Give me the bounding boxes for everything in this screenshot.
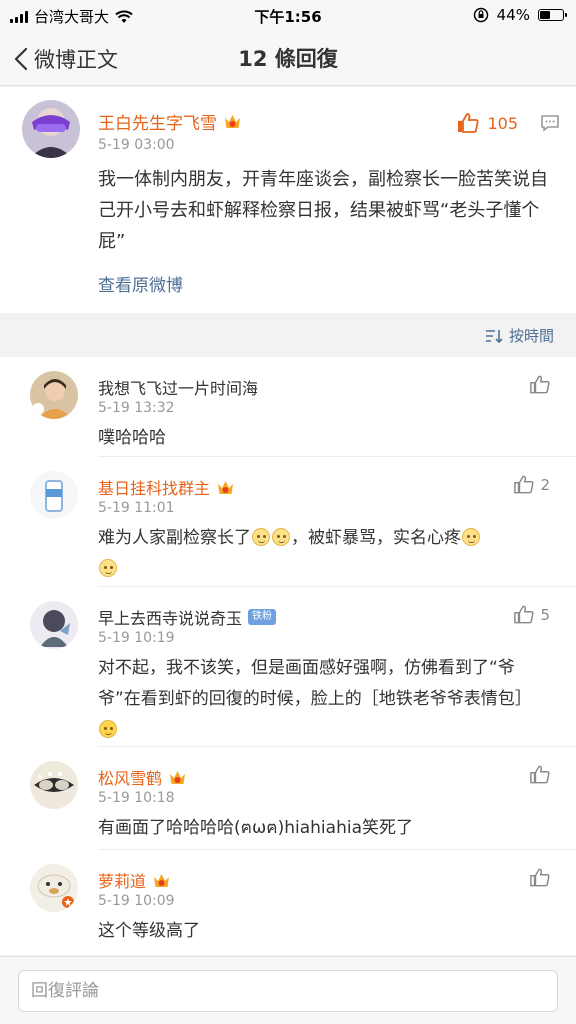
comment-username[interactable]: 松风雪鹤 [98,765,187,789]
list-item: 基日挂科找群主 5-19 11:01 2 难为人家副检察长了 ，被虾暴骂，实名心疼 [0,457,576,587]
original-comment: 王白先生字飞雪 5-19 03:00 105 我一体制内朋友，开青年座谈会，副检… [0,87,576,313]
avatar[interactable] [30,471,78,519]
orientation-lock-icon [473,7,488,23]
list-item: 我想飞飞过一片时间海 5-19 13:32 噗哈哈哈 [0,357,576,457]
post-like-count: 105 [487,113,518,133]
comment-like-button[interactable] [530,375,550,394]
thumbs-up-icon [530,375,550,394]
status-bar: 台湾大哥大 下午1:56 44% [0,0,576,30]
comment-text: 这个等级高了 [98,916,546,947]
comment-username-text: 基日挂科找群主 [98,479,211,498]
chevron-left-icon [14,47,28,71]
post-like-button[interactable]: 105 [457,113,518,133]
avatar[interactable] [30,601,78,649]
avatar[interactable] [30,761,78,809]
comment-username-text: 松风雪鹤 [98,769,163,788]
comment-username-text: 我想飞飞过一片时间海 [98,379,259,398]
thumbs-up-filled-icon [458,113,480,133]
comment-text-part: 难为人家副检察长了 [98,528,251,548]
comment-time: 5-19 11:01 [98,500,175,516]
comment-username[interactable]: 早上去西寺说说奇玉 铁粉 [98,605,277,629]
post-username[interactable]: 王白先生字飞雪 [98,109,242,134]
sort-by-time-button[interactable]: 按時間 [485,325,554,346]
avatar[interactable] [22,100,80,158]
comment-text: 有画面了哈哈哈哈(ฅωฅ)hiahiahia笑死了 [98,813,546,844]
sort-icon [485,329,503,343]
comment-like-count: 5 [540,605,550,624]
battery-percent: 44% [496,6,530,24]
comment-text: 对不起，我不该笑，但是画面感好强啊，仿佛看到了“爷爷”在看到虾的回復的时候，脸上… [98,653,546,746]
post-content: 我一体制内朋友，开青年座谈会，副检察长一脸苦笑说自己开小号去和虾解释检察日报，结… [98,169,548,252]
post-time: 5-19 03:00 [98,137,175,153]
reply-bar [0,956,576,1024]
comment-time: 5-19 10:18 [98,790,175,806]
comment-username-text: 早上去西寺说说奇玉 [98,609,243,628]
sort-label: 按時間 [508,327,554,345]
vip-crown-icon [170,770,186,784]
comment-username-text: 萝莉道 [98,872,147,891]
comment-text-part: 这个等级高了 [98,921,200,941]
comment-like-button[interactable] [530,868,550,887]
list-item: 松风雪鹤 5-19 10:18 有画面了哈哈哈哈(ฅωฅ)hiahiahia笑死… [0,747,576,850]
comment-like-button[interactable]: 2 [514,475,550,494]
thumbs-up-icon [530,765,550,784]
thumbs-up-icon [530,868,550,887]
comment-username[interactable]: 基日挂科找群主 [98,475,235,499]
sad-face-emoji-icon [252,528,270,546]
comment-time: 5-19 10:09 [98,893,175,909]
comment-like-count: 2 [540,475,550,494]
post-username-text: 王白先生字飞雪 [98,114,217,134]
thumbs-up-icon [514,605,534,624]
comment-time: 5-19 13:32 [98,400,175,416]
vip-crown-icon [154,873,170,887]
comment-time: 5-19 10:19 [98,630,175,646]
back-button[interactable]: 微博正文 [14,44,118,74]
reply-input[interactable] [18,970,558,1012]
list-item: 萝莉道 5-19 10:09 这个等级高了 [0,850,576,955]
fan-badge: 铁粉 [248,609,277,625]
view-original-link[interactable]: 查看原微博 [98,271,183,296]
list-item: 早上去西寺说说奇玉 铁粉 5-19 10:19 5 对不起，我不该笑，但是画面感好… [0,587,576,747]
comment-list: 我想飞飞过一片时间海 5-19 13:32 噗哈哈哈 基日挂科找群主 5-19 … [0,357,576,955]
comment-text-part: ，被虾暴骂，实名心疼 [291,528,461,548]
comment-username[interactable]: 萝莉道 [98,868,171,892]
comment-text-part: 对不起，我不该笑，但是画面感好强啊，仿佛看到了“爷爷”在看到虾的回復的时候，脸上… [98,658,532,709]
comment-username[interactable]: 我想飞飞过一片时间海 [98,375,258,399]
thumbs-up-icon [514,475,534,494]
battery-icon [538,9,567,21]
sad-face-emoji-icon [272,528,290,546]
vip-crown-icon [218,480,234,494]
sad-face-emoji-icon [462,528,480,546]
comment-text-part: 有画面了哈哈哈哈(ฅωฅ)hiahiahia笑死了 [98,818,413,838]
nav-bar: 微博正文 12 條回復 [0,30,576,86]
battery-level [540,11,550,19]
sad-face-emoji-icon [99,559,117,577]
back-label: 微博正文 [34,48,118,72]
sort-bar: 按時間 [0,313,576,357]
comment-like-button[interactable] [530,765,550,784]
comment-text: 难为人家副检察长了 ，被虾暴骂，实名心疼 [98,523,546,585]
comment-text: 噗哈哈哈 [98,423,546,454]
comment-text-part: 噗哈哈哈 [98,428,166,448]
vip-crown-icon [225,115,240,128]
avatar[interactable] [30,371,78,419]
status-right: 44% [473,6,567,24]
laughing-emoji-icon [99,720,117,738]
comment-icon[interactable] [540,114,560,132]
avatar[interactable] [30,864,78,912]
comment-like-button[interactable]: 5 [514,605,550,624]
